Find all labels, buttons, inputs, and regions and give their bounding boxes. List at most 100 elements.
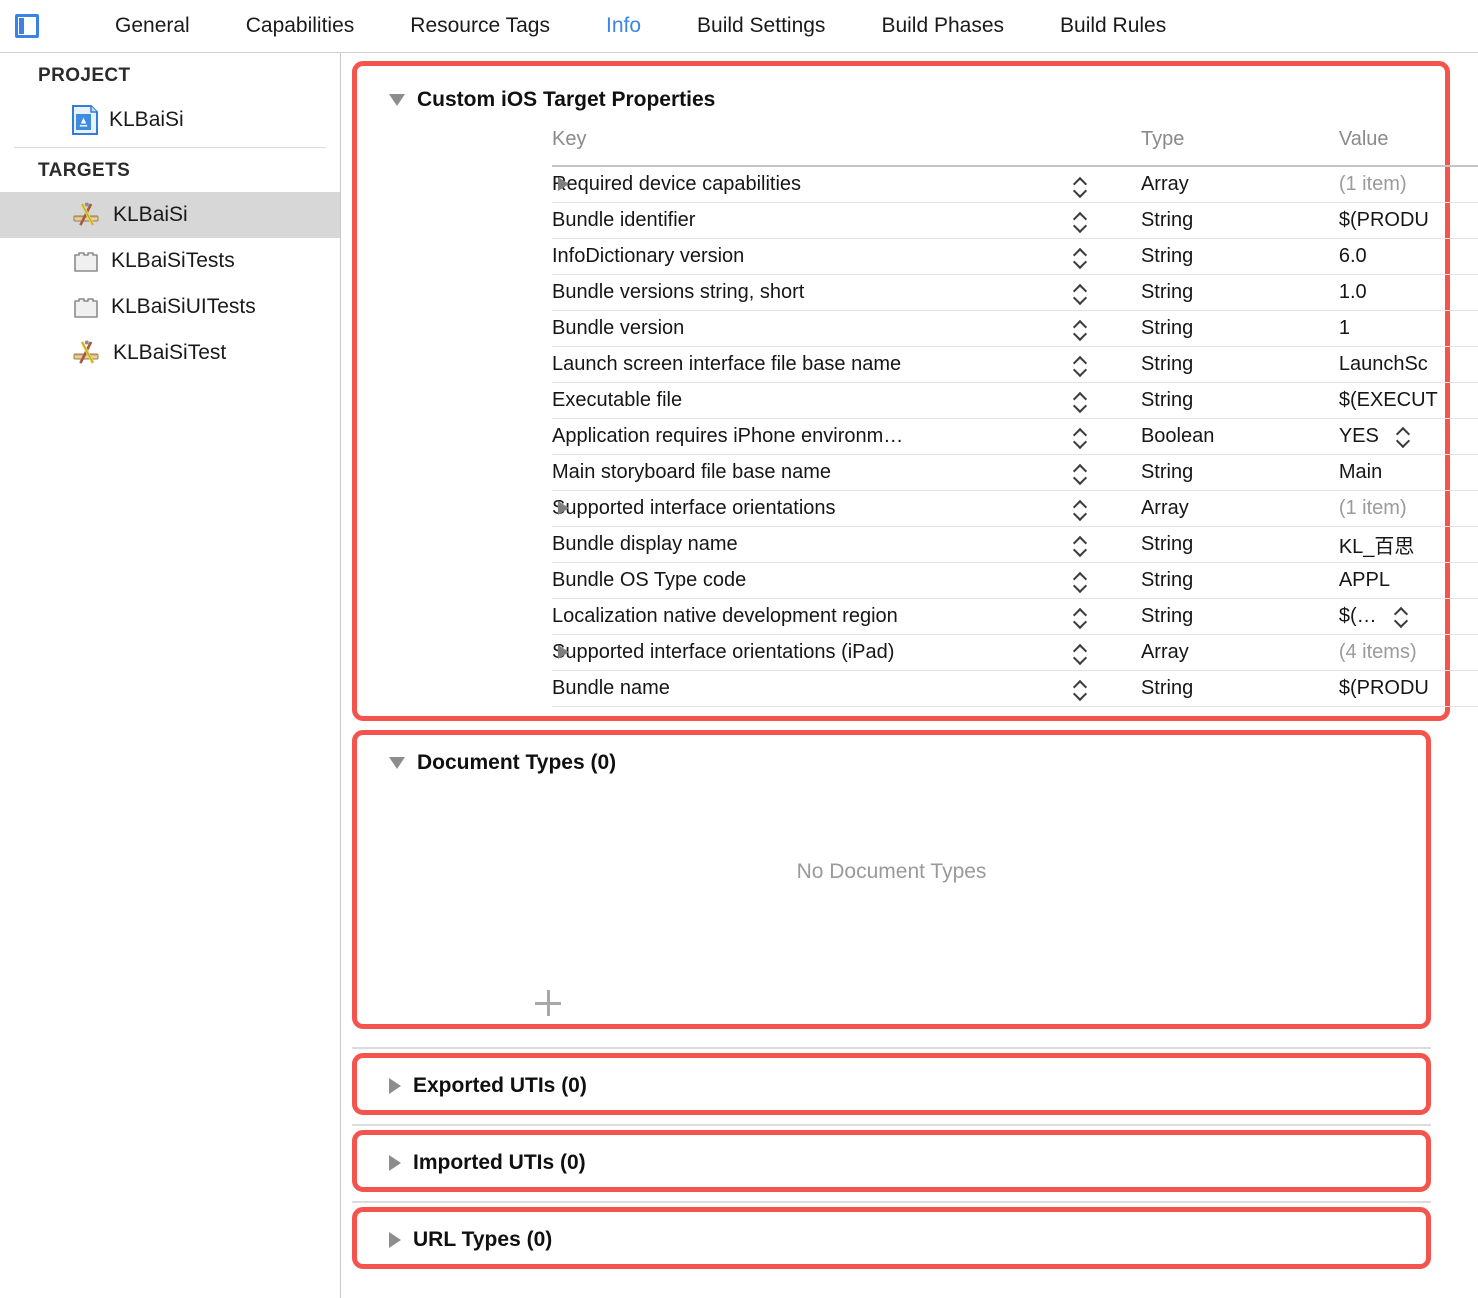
plist-type-cell[interactable]: String [1140, 670, 1339, 707]
plist-key-cell[interactable]: Main storyboard file base name [552, 454, 1071, 491]
sidebar-item-KLBaiSiTest[interactable]: KLBaiSiTest [0, 330, 340, 376]
table-row[interactable]: Bundle identifier String $(PRODU [552, 202, 1478, 239]
plist-type-cell[interactable]: String [1140, 238, 1339, 275]
tab-resource-tags[interactable]: Resource Tags [400, 14, 560, 38]
plist-key-cell[interactable]: Launch screen interface file base name [552, 346, 1071, 383]
table-row[interactable]: Localization native development region St… [552, 598, 1478, 635]
add-document-type-button[interactable] [535, 990, 561, 1016]
imported-utis-header[interactable]: Imported UTIs (0) [389, 1151, 586, 1175]
table-row[interactable]: Bundle OS Type code String APPL [552, 562, 1478, 599]
plist-key-cell[interactable]: InfoDictionary version [552, 238, 1071, 275]
disclosure-triangle-right-icon[interactable] [389, 1078, 401, 1094]
plist-key-cell[interactable]: Bundle name [552, 670, 1071, 707]
table-row[interactable]: Bundle display name String KL_百思 [552, 526, 1478, 563]
table-row[interactable]: InfoDictionary version String 6.0 [552, 238, 1478, 275]
plist-type-stepper-cell[interactable] [1070, 598, 1141, 635]
plist-value-cell[interactable]: (1 item) [1338, 166, 1478, 203]
type-stepper[interactable] [1070, 243, 1090, 273]
plist-type-stepper-cell[interactable] [1070, 166, 1141, 203]
plist-value-cell[interactable]: YES [1338, 418, 1478, 455]
plist-value-cell[interactable]: 1.0 [1338, 274, 1478, 311]
plist-key-cell[interactable]: Application requires iPhone environm… [552, 418, 1071, 455]
plist-type-stepper-cell[interactable] [1070, 670, 1141, 707]
plist-value-cell[interactable]: $(EXECUT [1338, 382, 1478, 419]
chevron-down-icon[interactable] [1074, 188, 1086, 195]
type-stepper[interactable] [1070, 639, 1090, 669]
table-row[interactable]: Required device capabilities Array (1 item… [552, 166, 1478, 203]
plist-type-stepper-cell[interactable] [1070, 382, 1141, 419]
plist-value-cell[interactable]: KL_百思 [1338, 526, 1478, 563]
type-stepper[interactable] [1070, 459, 1090, 489]
tab-capabilities[interactable]: Capabilities [236, 14, 365, 38]
table-row[interactable]: Executable file String $(EXECUT [552, 382, 1478, 419]
plist-value-cell[interactable]: (1 item) [1338, 490, 1478, 527]
plist-key-cell[interactable]: Localization native development region [552, 598, 1071, 635]
chevron-down-icon[interactable] [1074, 223, 1086, 230]
chevron-down-icon[interactable] [1074, 547, 1086, 554]
plist-key-cell[interactable]: Supported interface orientations [552, 490, 1071, 527]
plist-key-cell[interactable]: Bundle identifier [552, 202, 1071, 239]
plist-type-stepper-cell[interactable] [1070, 274, 1141, 311]
table-row[interactable]: Supported interface orientations (iPad) A… [552, 634, 1478, 671]
type-stepper[interactable] [1070, 171, 1090, 201]
custom-properties-header[interactable]: Custom iOS Target Properties [389, 88, 715, 112]
disclosure-triangle-down-icon[interactable] [389, 757, 405, 769]
table-row[interactable]: Bundle name String $(PRODU [552, 670, 1478, 707]
plist-type-stepper-cell[interactable] [1070, 310, 1141, 347]
plist-type-stepper-cell[interactable] [1070, 526, 1141, 563]
chevron-down-icon[interactable] [1074, 259, 1086, 266]
plist-type-cell[interactable]: String [1140, 274, 1339, 311]
plist-type-stepper-cell[interactable] [1070, 634, 1141, 671]
chevron-down-icon[interactable] [1074, 475, 1086, 482]
type-stepper[interactable] [1070, 495, 1090, 525]
disclosure-triangle-right-icon[interactable] [558, 645, 569, 659]
plist-type-cell[interactable]: String [1140, 598, 1339, 635]
plist-type-stepper-cell[interactable] [1070, 346, 1141, 383]
chevron-down-icon[interactable] [1074, 331, 1086, 338]
plist-type-cell[interactable]: String [1140, 526, 1339, 563]
plist-value-cell[interactable]: $(… [1338, 598, 1478, 635]
exported-utis-section[interactable]: Exported UTIs (0) [352, 1053, 1431, 1115]
plist-type-stepper-cell[interactable] [1070, 454, 1141, 491]
plist-value-cell[interactable]: $(PRODU [1338, 202, 1478, 239]
plist-type-stepper-cell[interactable] [1070, 418, 1141, 455]
chevron-down-icon[interactable] [1074, 439, 1086, 446]
chevron-down-icon[interactable] [1074, 691, 1086, 698]
tab-build-settings[interactable]: Build Settings [687, 14, 835, 38]
plist-type-stepper-cell[interactable] [1070, 202, 1141, 239]
disclosure-triangle-down-icon[interactable] [389, 94, 405, 106]
plist-value-cell[interactable]: LaunchSc [1338, 346, 1478, 383]
type-stepper[interactable] [1070, 351, 1090, 381]
plist-type-cell[interactable]: Array [1140, 166, 1339, 203]
table-row[interactable]: Application requires iPhone environm… Boo… [552, 418, 1478, 455]
plist-value-cell[interactable]: (4 items) [1338, 634, 1478, 671]
type-stepper[interactable] [1070, 315, 1090, 345]
plist-key-cell[interactable]: Bundle OS Type code [552, 562, 1071, 599]
tab-build-phases[interactable]: Build Phases [871, 14, 1014, 38]
chevron-down-icon[interactable] [1074, 655, 1086, 662]
chevron-down-icon[interactable] [1397, 438, 1409, 445]
column-header-value[interactable]: Value [1338, 128, 1478, 167]
plist-key-cell[interactable]: Required device capabilities [552, 166, 1071, 203]
type-stepper[interactable] [1070, 279, 1090, 309]
tab-general[interactable]: General [105, 14, 200, 38]
sidebar-item-KLBaiSiTests[interactable]: KLBaiSiTests [0, 238, 340, 284]
type-stepper[interactable] [1070, 207, 1090, 237]
sidebar-item-KLBaiSiUITests[interactable]: KLBaiSiUITests [0, 284, 340, 330]
plist-type-cell[interactable]: String [1140, 202, 1339, 239]
table-row[interactable]: Bundle version String 1 [552, 310, 1478, 347]
plist-value-cell[interactable]: 1 [1338, 310, 1478, 347]
imported-utis-section[interactable]: Imported UTIs (0) [352, 1130, 1431, 1192]
value-stepper[interactable] [1391, 601, 1411, 631]
plist-type-cell[interactable]: String [1140, 310, 1339, 347]
chevron-down-icon[interactable] [1074, 295, 1086, 302]
url-types-header[interactable]: URL Types (0) [389, 1228, 552, 1252]
table-row[interactable]: Bundle versions string, short String 1.0 [552, 274, 1478, 311]
type-stepper[interactable] [1070, 675, 1090, 705]
chevron-down-icon[interactable] [1074, 367, 1086, 374]
exported-utis-header[interactable]: Exported UTIs (0) [389, 1074, 587, 1098]
plist-type-stepper-cell[interactable] [1070, 238, 1141, 275]
plist-type-cell[interactable]: Array [1140, 490, 1339, 527]
plist-key-cell[interactable]: Supported interface orientations (iPad) [552, 634, 1071, 671]
type-stepper[interactable] [1070, 603, 1090, 633]
